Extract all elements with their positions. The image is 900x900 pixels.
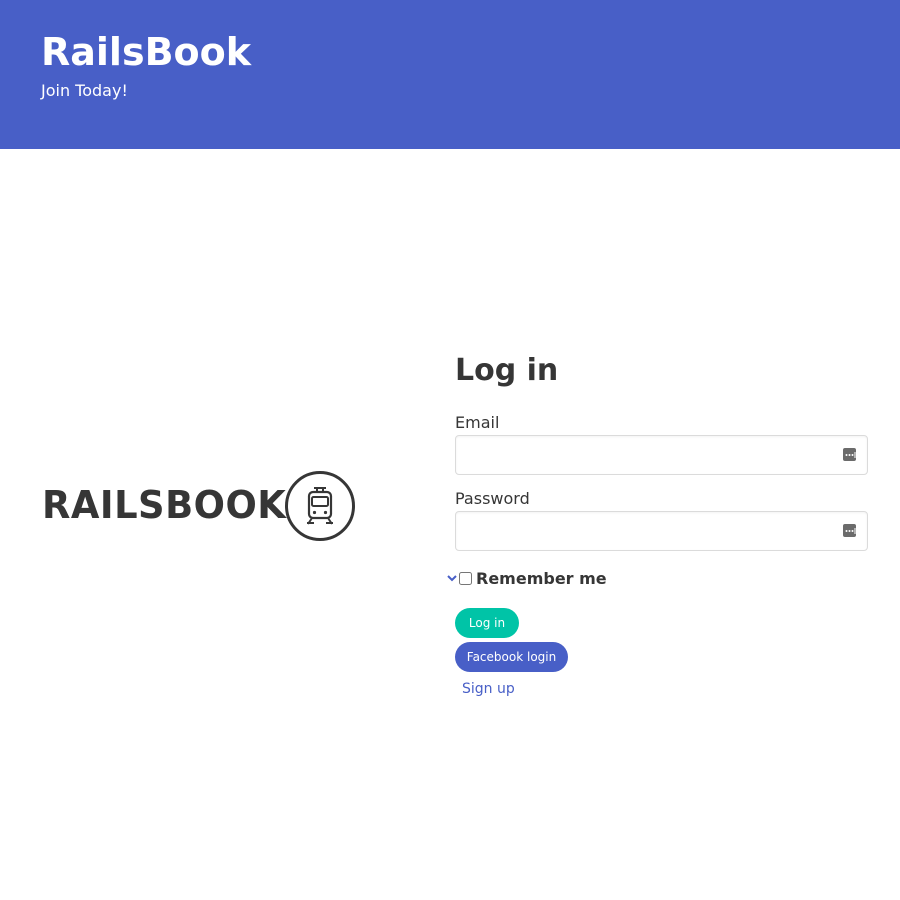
password-manager-key-icon[interactable] — [843, 524, 857, 537]
railsbook-logo: RAILSBOOK — [42, 470, 362, 542]
facebook-login-button[interactable]: Facebook login — [455, 642, 568, 672]
signup-link[interactable]: Sign up — [462, 681, 515, 697]
site-subtitle: Join Today! — [41, 81, 128, 100]
password-manager-key-icon[interactable] — [843, 448, 857, 461]
hero-banner: RailsBook Join Today! — [0, 0, 900, 149]
logo-wordmark: RAILSBOOK — [42, 483, 287, 527]
password-field[interactable] — [455, 511, 868, 551]
password-label: Password — [455, 489, 530, 508]
chevron-down-icon — [447, 575, 457, 582]
email-field[interactable] — [455, 435, 868, 475]
site-title: RailsBook — [41, 30, 252, 74]
login-title: Log in — [455, 353, 559, 388]
email-label: Email — [455, 413, 500, 432]
remember-me-label[interactable]: Remember me — [476, 569, 607, 588]
train-icon — [285, 471, 355, 541]
remember-me-checkbox[interactable] — [459, 572, 472, 585]
login-button[interactable]: Log in — [455, 608, 519, 638]
